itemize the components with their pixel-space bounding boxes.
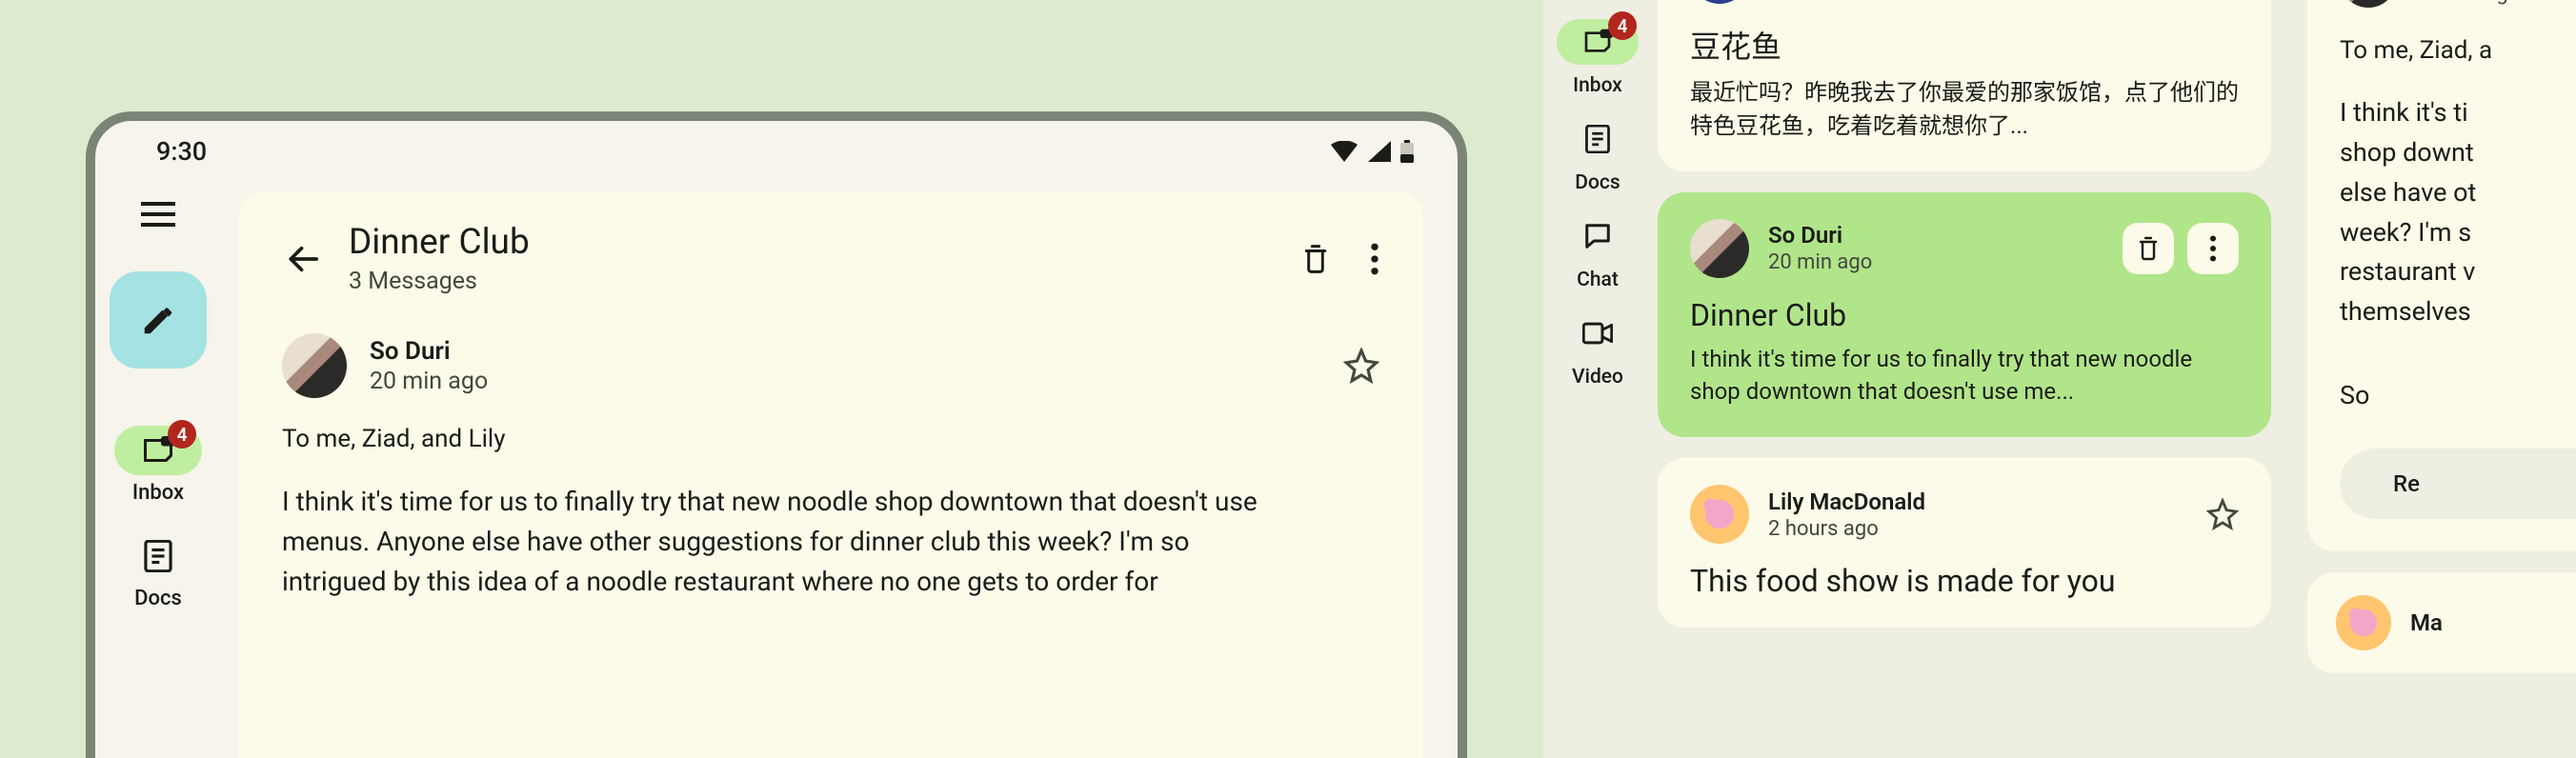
sender-time: 20 min ago: [370, 368, 488, 395]
more-button[interactable]: [1370, 243, 1379, 275]
pencil-icon: [140, 302, 176, 338]
reader-pane: So Du 20 min ago To me, Ziad, a I think …: [2307, 0, 2576, 551]
nav-rail: 4 Inbox Docs Chat: [1543, 0, 1652, 758]
nav-docs-label: Docs: [134, 587, 182, 610]
thread-subtitle: 3 Messages: [349, 268, 1277, 295]
list-preview: 最近忙吗？昨晚我去了你最爱的那家饭馆，点了他们的特色豆花鱼，吃着吃着就想你了..…: [1690, 76, 2239, 143]
list-title: This food show is made for you: [1690, 563, 2239, 599]
nav-chat-label: Chat: [1577, 269, 1619, 291]
nav-docs-label: Docs: [1575, 171, 1620, 194]
nav-video-label: Video: [1572, 366, 1623, 389]
list-title: 豆花鱼: [1690, 23, 2239, 67]
list-time: 20 min ago: [1768, 250, 1872, 274]
nav-video[interactable]: Video: [1557, 310, 1639, 389]
inbox-icon: [1582, 29, 1613, 55]
docs-icon: [143, 540, 173, 572]
thread-detail: Dinner Club 3 Messages: [238, 191, 1423, 758]
nav-inbox-label: Inbox: [1573, 74, 1622, 97]
thread-title: Dinner Club: [349, 222, 1277, 264]
sender-name: So Duri: [370, 337, 488, 366]
avatar: [1690, 219, 1749, 278]
nav-docs[interactable]: Docs: [1557, 116, 1639, 194]
inbox-badge: 4: [168, 420, 196, 449]
more-button[interactable]: [2187, 223, 2239, 274]
list-sender: Lily MacDonald: [1768, 489, 1925, 515]
nav-chat[interactable]: Chat: [1557, 213, 1639, 291]
status-bar: 9:30: [95, 121, 1458, 182]
back-button[interactable]: [282, 238, 324, 280]
nav-inbox-label: Inbox: [132, 481, 184, 505]
list-title: Dinner Club: [1690, 297, 2239, 333]
reply-button[interactable]: Re: [2340, 449, 2576, 519]
delete-button[interactable]: [2123, 223, 2174, 274]
battery-icon: [1400, 140, 1414, 163]
docs-icon: [1584, 125, 1611, 153]
inbox-badge: 4: [1608, 11, 1637, 40]
avatar: [1690, 0, 1749, 4]
nav-inbox[interactable]: 4 Inbox: [114, 426, 202, 505]
nav-rail: 4 Inbox Docs: [95, 182, 221, 758]
list-item[interactable]: Ma: [2307, 572, 2576, 673]
avatar: [282, 333, 347, 398]
chat-icon: [1583, 223, 1612, 249]
status-icons: [1330, 140, 1414, 163]
list-sender: Ma: [2410, 609, 2443, 636]
reader-recipients: To me, Ziad, a: [2340, 36, 2576, 65]
delete-button[interactable]: [1301, 243, 1330, 275]
thread-list: 10 min ago 豆花鱼 最近忙吗？昨晚我去了你最爱的那家饭馆，点了他们的特…: [1652, 0, 2290, 676]
wifi-icon: [1330, 141, 1358, 162]
list-item[interactable]: So Duri 20 min ago Dinner Club I think i…: [1658, 192, 2271, 438]
phone-frame: 9:30: [86, 111, 1467, 758]
list-item[interactable]: Lily MacDonald 2 hours ago This food sho…: [1658, 458, 2271, 628]
cellular-icon: [1368, 141, 1391, 162]
list-time: 2 hours ago: [1768, 517, 1925, 541]
reply-label: Re: [2393, 470, 2420, 497]
star-button[interactable]: [1343, 348, 1379, 384]
message-body: I think it's time for us to finally try …: [282, 482, 1282, 602]
avatar: [2340, 0, 2397, 8]
video-icon: [1582, 322, 1613, 345]
nav-docs[interactable]: Docs: [114, 531, 202, 610]
compose-fab[interactable]: [110, 271, 207, 369]
star-button[interactable]: [2206, 498, 2239, 530]
list-item[interactable]: 10 min ago 豆花鱼 最近忙吗？昨晚我去了你最爱的那家饭馆，点了他们的特…: [1658, 0, 2271, 171]
list-sender: So Duri: [1768, 222, 1872, 249]
avatar: [1690, 485, 1749, 544]
status-clock: 9:30: [139, 136, 207, 167]
reader-body: I think it's ti shop downt else have ot …: [2340, 93, 2576, 332]
nav-inbox[interactable]: 4 Inbox: [1557, 19, 1639, 97]
menu-button[interactable]: [137, 193, 179, 235]
recipients: To me, Ziad, and Lily: [282, 425, 1379, 453]
reader-time: 20 min ago: [2416, 0, 2520, 6]
avatar: [2336, 595, 2391, 650]
list-preview: I think it's time for us to finally try …: [1690, 343, 2239, 409]
reader-signature: So: [2340, 380, 2576, 410]
